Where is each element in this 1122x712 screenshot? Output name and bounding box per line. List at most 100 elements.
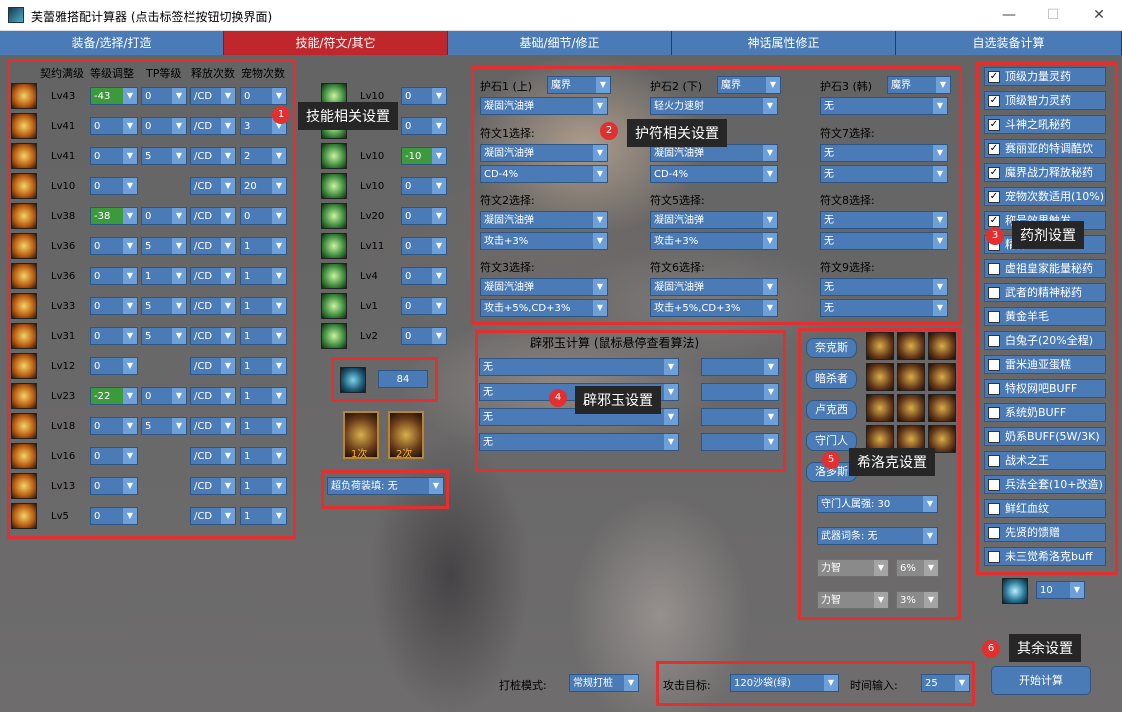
talisman-skill-select[interactable]: 凝固汽油弹 ▼ [480,97,608,115]
pct1-select[interactable]: 6% ▼ [896,559,939,577]
cast-select[interactable]: /CD ▼ [190,447,236,465]
checkbox-icon[interactable]: ✓ [988,143,1000,155]
cast-select[interactable]: /CD ▼ [190,417,236,435]
checkbox-icon[interactable] [988,383,1000,395]
cast-select[interactable]: /CD ▼ [190,357,236,375]
consumable-checkbox[interactable]: 系统奶BUFF [984,403,1106,422]
rune-skill-select[interactable]: 凝固汽油弹 ▼ [480,211,608,229]
cast-select[interactable]: /CD ▼ [190,207,236,225]
target-select[interactable]: 120沙袋(绿) ▼ [730,674,839,692]
checkbox-icon[interactable] [988,479,1000,491]
rune-skill-select[interactable]: 凝固汽油弹 ▼ [480,278,608,296]
rune-effect-select[interactable]: 无 ▼ [820,299,948,317]
checkbox-icon[interactable]: ✓ [988,215,1000,227]
passive-adjust-select[interactable]: 0 ▼ [401,237,447,255]
level-adjust-select[interactable]: 0 ▼ [90,237,138,255]
consumable-checkbox[interactable]: 特权网吧BUFF [984,379,1106,398]
pet-count-select[interactable]: 2 ▼ [240,147,287,165]
hiroc-equip-icon[interactable] [897,394,925,422]
rune-effect-select[interactable]: CD-4% ▼ [650,165,778,183]
cast-select[interactable]: /CD ▼ [190,267,236,285]
tp-select[interactable]: 5 ▼ [141,327,187,345]
hiroc-equip-icon[interactable] [897,332,925,360]
maximize-button[interactable]: ☐ [1030,0,1076,31]
rune-effect-select[interactable]: 攻击+5%,CD+3% ▼ [650,299,778,317]
rune-skill-select[interactable]: 凝固汽油弹 ▼ [650,211,778,229]
passive-adjust-select[interactable]: 0 ▼ [401,117,447,135]
level-adjust-select[interactable]: 0 ▼ [90,477,138,495]
checkbox-icon[interactable] [988,503,1000,515]
passive-adjust-select[interactable]: 0 ▼ [401,327,447,345]
passive-adjust-select[interactable]: 0 ▼ [401,87,447,105]
level-adjust-select[interactable]: -43 ▼ [90,87,138,105]
attr1-select[interactable]: 力智 ▼ [817,559,889,577]
checkbox-icon[interactable] [988,431,1000,443]
tp-select[interactable]: 0 ▼ [141,87,187,105]
pixie-type-select[interactable]: 无 ▼ [479,358,679,376]
pet-count-select[interactable]: 1 ▼ [240,387,287,405]
hiroc-equip-icon[interactable] [897,363,925,391]
consumable-checkbox[interactable]: 虚祖皇家能量秘药 [984,259,1106,278]
level-adjust-select[interactable]: -38 ▼ [90,207,138,225]
pet-count-select[interactable]: 20 ▼ [240,177,287,195]
pet-count-select[interactable]: 1 ▼ [240,327,287,345]
level-adjust-select[interactable]: -22 ▼ [90,387,138,405]
rune-effect-select[interactable]: 攻击+5%,CD+3% ▼ [480,299,608,317]
checkbox-icon[interactable] [988,263,1000,275]
level-adjust-select[interactable]: 0 ▼ [90,417,138,435]
consumable-checkbox[interactable]: ✓ 魔界战力释放秘药 [984,163,1106,182]
level-adjust-select[interactable]: 0 ▼ [90,117,138,135]
tp-select[interactable]: 5 ▼ [141,297,187,315]
consumable-checkbox[interactable]: ✓ 顶级智力灵药 [984,91,1106,110]
pet-count-select[interactable]: 1 ▼ [240,447,287,465]
attr2-select[interactable]: 力智 ▼ [817,591,889,609]
consumable-checkbox[interactable]: ✓ 斗神之吼秘药 [984,115,1106,134]
pet-count-select[interactable]: 1 ▼ [240,507,287,525]
tp-select[interactable]: 5 ▼ [141,417,187,435]
tp-select[interactable]: 0 ▼ [141,117,187,135]
pet-count-select[interactable]: 1 ▼ [240,237,287,255]
pet-value-input[interactable]: 84 [378,370,428,388]
tp-select[interactable]: 1 ▼ [141,267,187,285]
pet-count-select[interactable]: 0 ▼ [240,207,287,225]
consumable-checkbox[interactable]: ✓ 赛丽亚的特调酷饮 [984,139,1106,158]
cast-select[interactable]: /CD ▼ [190,117,236,135]
pixie-value-select[interactable]: ▼ [701,433,779,451]
consumable-checkbox[interactable]: 先贤的馈赠 [984,523,1106,542]
checkbox-icon[interactable] [988,407,1000,419]
cast-select[interactable]: /CD ▼ [190,177,236,195]
pet-count-select[interactable]: 1 ▼ [240,417,287,435]
talisman-type-select[interactable]: 魔界 ▼ [887,76,951,94]
rune-effect-select[interactable]: 无 ▼ [820,232,948,250]
hiroc-equip-icon[interactable] [866,332,894,360]
checkbox-icon[interactable]: ✓ [988,71,1000,83]
pixie-value-select[interactable]: ▼ [701,358,779,376]
tp-select[interactable]: 5 ▼ [141,237,187,255]
cast-select[interactable]: /CD ▼ [190,297,236,315]
pixie-value-select[interactable]: ▼ [701,408,779,426]
rune-effect-select[interactable]: 无 ▼ [820,165,948,183]
rune-effect-select[interactable]: CD-4% ▼ [480,165,608,183]
tab-custom[interactable]: 自选装备计算 [896,31,1122,55]
passive-adjust-select[interactable]: 0 ▼ [401,207,447,225]
consumable-checkbox[interactable]: 黄金羊毛 [984,307,1106,326]
consumable-checkbox[interactable]: ✓ 宠物次数适用(10%) [984,187,1106,206]
passive-adjust-select[interactable]: -10 ▼ [401,147,447,165]
talisman-skill-select[interactable]: 轻火力速射 ▼ [650,97,778,115]
hiroc-equip-icon[interactable] [866,394,894,422]
passive-adjust-select[interactable]: 0 ▼ [401,267,447,285]
consumable-checkbox[interactable]: 奶系BUFF(5W/3K) [984,427,1106,446]
minimize-button[interactable]: — [986,0,1032,31]
tp-select[interactable]: 0 ▼ [141,387,187,405]
level-adjust-select[interactable]: 0 ▼ [90,507,138,525]
level-adjust-select[interactable]: 0 ▼ [90,267,138,285]
checkbox-icon[interactable]: ✓ [988,119,1000,131]
start-calc-button[interactable]: 开始计算 [991,666,1091,695]
rune-skill-select[interactable]: 无 ▼ [820,278,948,296]
rune-effect-select[interactable]: 攻击+3% ▼ [480,232,608,250]
pet-count-select[interactable]: 1 ▼ [240,357,287,375]
level-adjust-select[interactable]: 0 ▼ [90,177,138,195]
gatekeeper-select[interactable]: 守门人属强: 30 ▼ [817,495,938,513]
pct2-select[interactable]: 3% ▼ [896,591,939,609]
passive-adjust-select[interactable]: 0 ▼ [401,177,447,195]
